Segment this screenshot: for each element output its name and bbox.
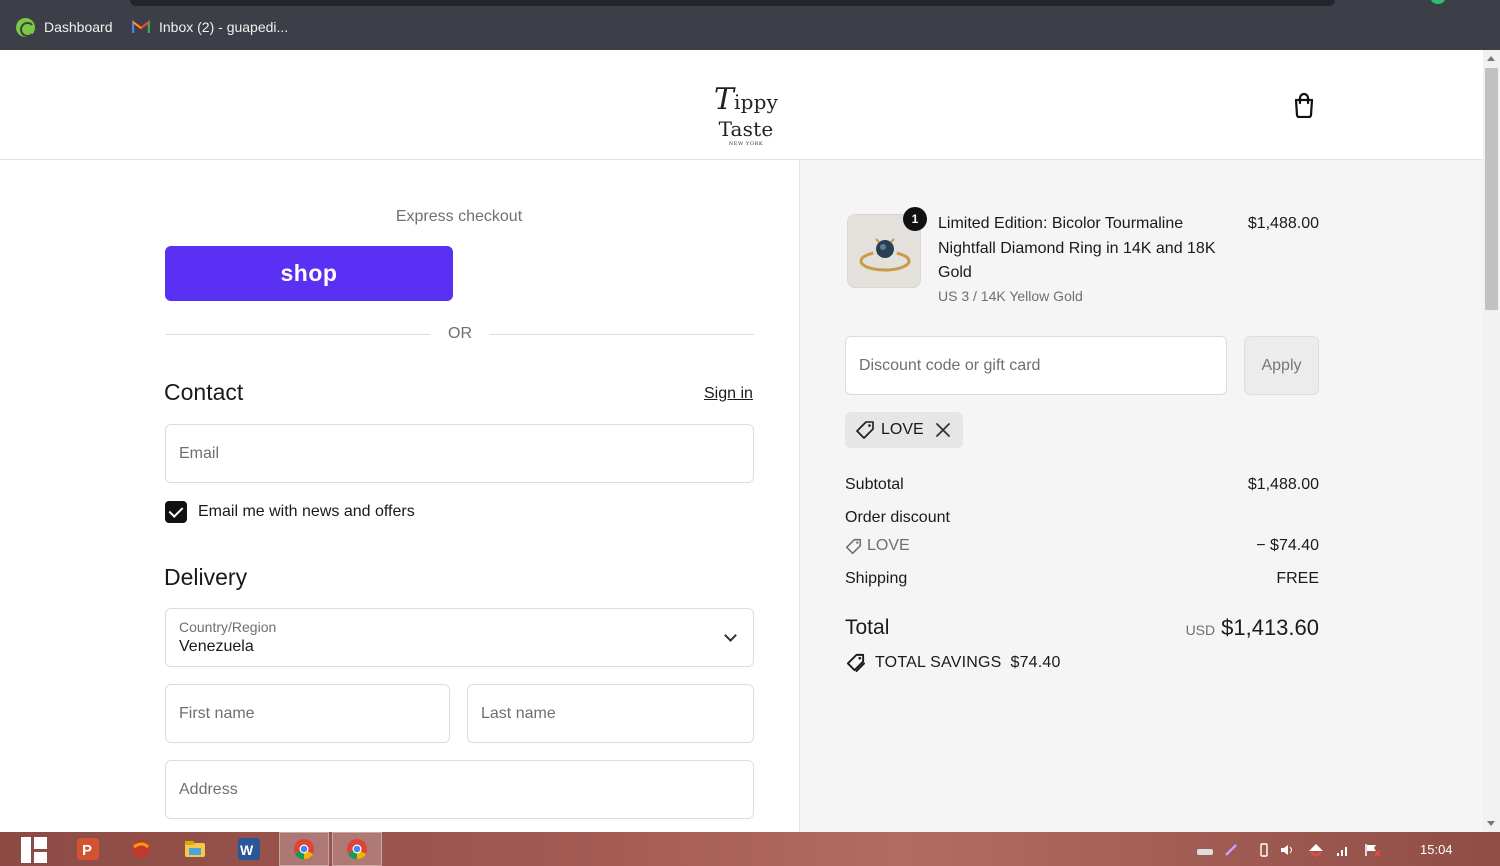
profile-indicator (1431, 0, 1445, 4)
discount-code-text: LOVE (867, 537, 910, 554)
order-discount-label: Order discount (845, 509, 950, 526)
savings-label: TOTAL SAVINGS (875, 653, 1002, 671)
remove-discount-close-icon[interactable] (934, 421, 952, 439)
applied-code-label: LOVE (881, 421, 924, 438)
pen-icon[interactable] (1224, 843, 1238, 857)
contact-heading: Contact (164, 379, 244, 405)
signal-icon[interactable] (1336, 843, 1350, 857)
product-variant: US 3 / 14K Yellow Gold (938, 288, 1083, 304)
checkout-page: Tippy Taste NEW YORK Express checkout sh… (0, 50, 1483, 832)
volume-icon[interactable] (1280, 843, 1294, 857)
word-icon[interactable]: W (238, 838, 260, 860)
divider-line (489, 334, 754, 335)
or-divider: OR (165, 324, 754, 344)
express-checkout-title: Express checkout (395, 208, 523, 225)
applied-discount-chip: LOVE (845, 412, 963, 448)
tag-icon (856, 421, 874, 439)
country-select[interactable]: Country/Region Venezuela (165, 608, 754, 667)
last-name-field[interactable] (467, 684, 754, 743)
sign-in-link[interactable]: Sign in (704, 385, 753, 403)
scrollbar-thumb[interactable] (1485, 68, 1498, 310)
gmail-icon (131, 19, 151, 34)
newsletter-label: Email me with news and offers (198, 503, 415, 520)
action-center-flag-icon[interactable] (1364, 843, 1382, 857)
savings-value: $74.40 (1010, 653, 1061, 671)
address-field[interactable] (165, 760, 754, 819)
shopping-bag-icon (1294, 92, 1314, 119)
product-name: Limited Edition: Bicolor Tourmaline Nigh… (938, 215, 1216, 281)
discount-code-field[interactable] (845, 336, 1227, 395)
scroll-up-arrow-icon[interactable] (1487, 56, 1495, 61)
total-label: Total (845, 616, 890, 639)
svg-text:P: P (82, 842, 92, 859)
quantity-badge: 1 (903, 207, 927, 231)
dashboard-icon (16, 17, 35, 37)
product-price: $1,488.00 (1247, 215, 1319, 232)
tab-strip (130, 0, 1335, 6)
start-button[interactable] (20, 836, 48, 864)
battery-icon[interactable] (1257, 843, 1271, 857)
logo-initial: T (713, 82, 735, 117)
total-currency: USD (1185, 622, 1216, 638)
total-savings: TOTAL SAVINGS $74.40 (845, 652, 1061, 673)
total-amount: USD $1,413.60 (1119, 615, 1319, 641)
apply-discount-button[interactable]: Apply (1244, 336, 1319, 395)
or-label: OR (448, 325, 472, 342)
email-field[interactable] (165, 424, 754, 483)
cart-button[interactable] (1292, 92, 1316, 119)
order-summary: 1 Limited Edition: Bicolor Tourmaline Ni… (799, 160, 1483, 832)
bookmark-inbox[interactable]: Inbox (2) - guapedi... (131, 16, 289, 38)
discount-value: − $74.40 (1256, 537, 1319, 554)
total-value: $1,413.60 (1221, 615, 1319, 640)
shop-pay-button[interactable]: shop (165, 246, 453, 301)
start-icon (21, 837, 47, 863)
media-app-icon[interactable] (130, 838, 152, 860)
windows-taskbar: P W 15:04 (0, 832, 1500, 866)
bookmarks-bar: Dashboard Inbox (2) - guapedi... (0, 0, 1500, 50)
file-explorer-icon[interactable] (184, 838, 206, 860)
drive-icon[interactable] (1196, 843, 1214, 857)
tag-icon (845, 538, 862, 554)
first-name-field[interactable] (165, 684, 450, 743)
country-value: Venezuela (179, 638, 254, 655)
newsletter-checkbox[interactable] (165, 501, 187, 523)
shipping-label: Shipping (845, 570, 908, 587)
shipping-value: FREE (1276, 570, 1319, 587)
discount-code-row: LOVE (845, 537, 910, 555)
chrome-icon[interactable] (346, 838, 368, 860)
store-logo[interactable]: Tippy Taste NEW YORK (686, 82, 806, 147)
page-scrollbar[interactable] (1483, 50, 1500, 832)
country-label: Country/Region (179, 619, 277, 635)
subtotal-value: $1,488.00 (1247, 476, 1319, 493)
chrome-icon[interactable] (293, 838, 315, 860)
store-header: Tippy Taste NEW YORK (0, 50, 1483, 160)
scroll-down-arrow-icon[interactable] (1487, 821, 1495, 826)
bookmark-label: Dashboard (44, 19, 113, 35)
bookmark-dashboard[interactable]: Dashboard (16, 16, 113, 38)
divider-line (165, 334, 430, 335)
subtotal-label: Subtotal (845, 476, 904, 493)
tags-icon (846, 653, 866, 673)
taskbar-clock[interactable]: 15:04 (1420, 842, 1453, 857)
bookmark-label: Inbox (2) - guapedi... (159, 19, 289, 35)
logo-subtitle: NEW YORK (728, 141, 764, 147)
chevron-down-icon (724, 629, 737, 642)
powerpoint-icon[interactable]: P (77, 838, 99, 860)
checkout-form: Express checkout shop OR Contact Sign in… (0, 160, 799, 832)
svg-text:W: W (240, 842, 254, 858)
delivery-heading: Delivery (164, 564, 248, 590)
network-alert-icon[interactable] (1308, 843, 1324, 857)
